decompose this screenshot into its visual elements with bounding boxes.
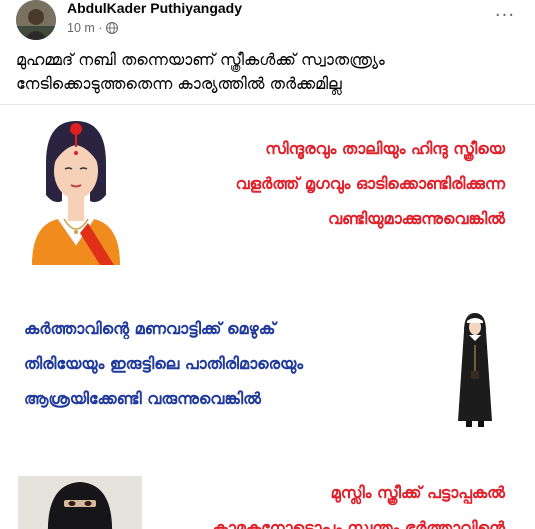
- post-header: AbdulKader Puthiyangady 10 m · ···: [0, 0, 535, 40]
- muslim-woman-text: മുസ്ലിം സ്ത്രീക്ക് പട്ടാപ്പകൽ കാമുകനോടൊപ…: [175, 475, 505, 529]
- nun-illustration: [452, 311, 498, 429]
- post-meta: 10 m ·: [67, 21, 119, 35]
- hindu-woman-text: സിന്ദൂരവും താലിയും ഹിന്ദു സ്ത്രീയെ വളർത്…: [145, 131, 505, 236]
- text-line: ആശ്രയിക്കേണ്ടി വരുന്നുവെങ്കിൽ: [24, 389, 261, 408]
- hindu-woman-illustration: [18, 115, 134, 265]
- text-line: കാമുകനോടൊപ്പം സ്വന്തം ഭർത്താവിന്റെ: [212, 518, 505, 529]
- post-time[interactable]: 10 m ·: [67, 21, 102, 35]
- text-line: മുസ്ലിം സ്ത്രീക്ക് പട്ടാപ്പകൽ: [330, 483, 505, 502]
- post-caption: മുഹമ്മദ് നബി തന്നെയാണ് സ്ത്രീകൾക്ക് സ്വാ…: [16, 50, 385, 93]
- niqab-woman-illustration: [18, 476, 142, 529]
- more-horizontal-icon: ···: [494, 5, 516, 26]
- text-line: സിന്ദൂരവും താലിയും ഹിന്ദു സ്ത്രീയെ: [265, 139, 505, 158]
- text-line: തിരിയേയും ഇരുട്ടിലെ പാതിരിമാരെയും: [24, 354, 304, 373]
- avatar[interactable]: [16, 0, 56, 40]
- globe-icon: [106, 22, 119, 34]
- text-line: വണ്ടിയുമാക്കുന്നുവെങ്കിൽ: [328, 209, 505, 228]
- nun-text: കർത്താവിന്റെ മണവാട്ടിക്ക് മെഴുക് തിരിയേയ…: [24, 311, 404, 416]
- text-line: കർത്താവിന്റെ മണവാട്ടിക്ക് മെഴുക്: [24, 319, 276, 338]
- post-author[interactable]: AbdulKader Puthiyangady: [67, 0, 242, 16]
- text-line: വളർത്ത് മൃഗവും ഓടിക്കൊണ്ടിരിക്കുന്ന: [235, 174, 505, 193]
- post-image[interactable]: സിന്ദൂരവും താലിയും ഹിന്ദു സ്ത്രീയെ വളർത്…: [0, 104, 535, 529]
- more-options-button[interactable]: ···: [493, 6, 517, 26]
